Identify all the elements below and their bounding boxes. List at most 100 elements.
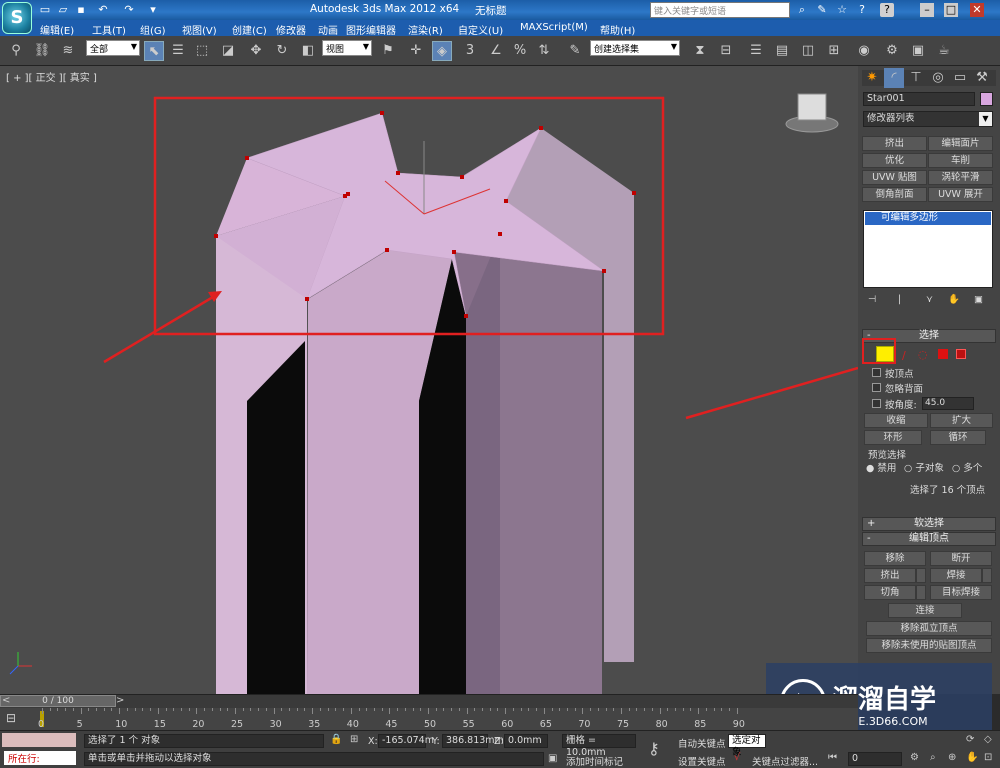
help-icon[interactable]: ? [855, 3, 869, 17]
add-time-tag[interactable]: 添加时间标记 [566, 754, 623, 768]
key-filters-button[interactable]: 关键点过滤器... [752, 754, 818, 768]
hierarchy-tab-icon[interactable]: ⊤ [906, 68, 926, 88]
save-icon[interactable]: ▪ [74, 3, 88, 17]
polygon-mode-icon[interactable] [938, 349, 948, 359]
edit-named-selection-icon[interactable]: ✎ [565, 41, 585, 61]
y-coordinate[interactable]: 386.813mm [442, 734, 504, 748]
spinner-snap-icon[interactable]: ⇅ [534, 41, 554, 61]
lock-icon[interactable]: 🔒 [330, 734, 342, 745]
by-vertex-checkbox[interactable] [872, 368, 881, 377]
select-object-icon[interactable]: ⬉ [144, 41, 164, 61]
menu-graph-editors[interactable]: 图形编辑器 [346, 22, 396, 37]
go-to-start-icon[interactable]: ⏮ [828, 752, 837, 763]
selected-object-dropdown[interactable]: 选定对象 [728, 734, 766, 758]
new-file-icon[interactable]: ▭ [38, 3, 52, 17]
modifier-extrude-button[interactable]: 挤出 [862, 136, 927, 151]
soft-selection-rollout-header[interactable]: + 软选择 [862, 517, 996, 531]
render-teapot-icon[interactable]: ☕ [934, 41, 954, 61]
maximize-button[interactable]: □ [944, 3, 958, 17]
object-name-field[interactable]: Star001 [863, 92, 975, 106]
material-editor-icon[interactable]: ◉ [854, 41, 874, 61]
selection-filter-dropdown[interactable]: 全部 [86, 40, 140, 56]
select-manipulate-icon[interactable]: ✛ [406, 41, 426, 61]
extrude-settings-button[interactable] [916, 568, 926, 583]
modifier-turbosmooth-button[interactable]: 涡轮平滑 [928, 170, 993, 185]
undo-icon[interactable]: ↶ [96, 3, 110, 17]
menu-modifiers[interactable]: 修改器 [276, 22, 306, 37]
tools-icon[interactable]: ✎ [815, 3, 829, 17]
ring-button[interactable]: 环形 [864, 430, 922, 445]
keyboard-shortcut-icon[interactable]: ◈ [432, 41, 452, 61]
menu-edit[interactable]: 编辑(E) [40, 22, 74, 37]
bind-spacewarp-icon[interactable]: ≋ [58, 41, 78, 61]
viewport-front[interactable]: [ + ][ 正交 ][ 真实 ] [0, 66, 858, 694]
edit-vertices-rollout-header[interactable]: - 编辑顶点 [862, 532, 996, 546]
show-end-result-icon[interactable]: | [898, 294, 901, 305]
absolute-mode-icon[interactable]: ⊞ [350, 734, 358, 745]
menu-create[interactable]: 创建(C) [232, 22, 267, 37]
binoculars-icon[interactable]: ⌕ [795, 3, 809, 17]
weld-button[interactable]: 焊接 [930, 568, 982, 583]
time-slider-knob[interactable]: 0 / 100 [0, 695, 116, 707]
create-tab-icon[interactable]: ✷ [862, 68, 882, 88]
set-key-button[interactable]: 设置关键点 [678, 754, 726, 768]
ribbon-icon[interactable]: ▤ [772, 41, 792, 61]
named-selection-dropdown[interactable]: 创建选择集 [590, 40, 680, 56]
dropdown-arrow-icon[interactable]: ▾ [146, 3, 160, 17]
loop-button[interactable]: 循环 [930, 430, 986, 445]
align-icon[interactable]: ⊟ [716, 41, 736, 61]
angle-spinner[interactable]: 45.0 [922, 397, 974, 410]
target-weld-button[interactable]: 目标焊接 [930, 585, 992, 600]
snap-toggle-icon[interactable]: 3 [460, 41, 480, 61]
shrink-button[interactable]: 收缩 [864, 413, 928, 428]
preview-disabled-radio[interactable]: ● 禁用 [866, 460, 896, 474]
utilities-tab-icon[interactable]: ⚒ [972, 68, 992, 88]
zoom-icon[interactable]: ⌕ [930, 752, 936, 763]
time-config-icon[interactable]: ⚙ [910, 752, 919, 763]
search-input[interactable]: 键入关键字或短语 [650, 2, 790, 18]
display-tab-icon[interactable]: ▭ [950, 68, 970, 88]
help-dropdown[interactable]: ? [880, 3, 894, 17]
modifier-list-dropdown[interactable]: 修改器列表 ▼ [863, 111, 993, 127]
modifier-stack[interactable]: 可编辑多边形 [863, 210, 993, 288]
menu-help[interactable]: 帮助(H) [600, 22, 635, 37]
pan-icon[interactable]: ✋ [966, 752, 978, 763]
rotate-icon[interactable]: ↻ [272, 41, 292, 61]
ref-coord-dropdown[interactable]: 视图 [322, 40, 372, 56]
preview-subobject-radio[interactable]: ○ 子对象 [904, 460, 944, 474]
menu-tools[interactable]: 工具(T) [92, 22, 126, 37]
break-button[interactable]: 断开 [930, 551, 992, 566]
maxscript-line[interactable]: 所在行: [4, 751, 76, 765]
motion-tab-icon[interactable]: ◎ [928, 68, 948, 88]
key-curve-icon[interactable]: √ [734, 752, 740, 763]
element-mode-icon[interactable] [956, 349, 966, 359]
by-angle-checkbox[interactable] [872, 399, 881, 408]
modifier-uvw-map-button[interactable]: UVW 贴图 [862, 170, 927, 185]
move-icon[interactable]: ✥ [246, 41, 266, 61]
close-button[interactable]: ✕ [970, 3, 984, 17]
time-tag-icon[interactable]: ▣ [548, 753, 557, 764]
orbit-icon[interactable]: ⟳ [966, 734, 974, 745]
track-bar[interactable]: ⊟ 0 5 10 15 20 25 30 35 40 45 50 55 60 65 70 75 80 85 90 [0, 708, 858, 730]
menu-customize[interactable]: 自定义(U) [458, 22, 503, 37]
object-color-swatch[interactable] [980, 92, 993, 106]
modifier-unwrap-uvw-button[interactable]: UVW 展开 [928, 187, 993, 202]
current-frame-field[interactable]: 0 [848, 752, 902, 766]
menu-rendering[interactable]: 渲染(R) [408, 22, 443, 37]
stack-item-editable-poly[interactable]: 可编辑多边形 [865, 212, 991, 225]
extrude-button[interactable]: 挤出 [864, 568, 916, 583]
rendered-frame-icon[interactable]: ▣ [908, 41, 928, 61]
key-icon[interactable]: ⚷ [648, 739, 660, 758]
pin-stack-icon[interactable]: ⊣ [868, 294, 876, 305]
make-unique-icon[interactable]: ⋎ [926, 294, 933, 305]
remove-isolated-vertices-button[interactable]: 移除孤立顶点 [866, 621, 992, 636]
remove-modifier-icon[interactable]: ✋ [948, 294, 960, 305]
menu-views[interactable]: 视图(V) [182, 22, 217, 37]
app-logo[interactable]: S [2, 2, 32, 34]
schematic-view-icon[interactable]: ⊞ [824, 41, 844, 61]
edge-mode-icon[interactable]: ∕ [902, 349, 906, 362]
pivot-center-icon[interactable]: ⚑ [378, 41, 398, 61]
preview-multi-radio[interactable]: ○ 多个 [952, 460, 982, 474]
modifier-edit-patch-button[interactable]: 编辑面片 [928, 136, 993, 151]
link-icon[interactable]: ⚲ [6, 41, 26, 61]
